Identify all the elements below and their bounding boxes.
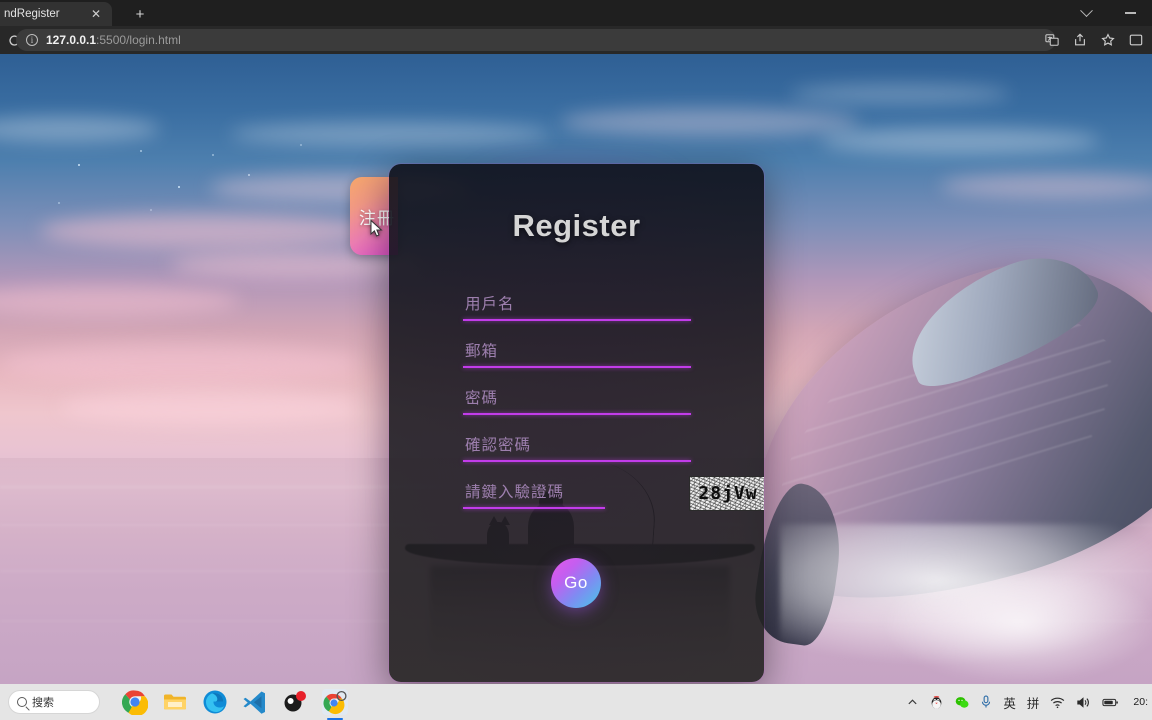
- search-icon: [17, 697, 27, 707]
- submit-button[interactable]: Go: [551, 558, 601, 608]
- taskbar-app-file-explorer[interactable]: [162, 689, 188, 715]
- field-captcha[interactable]: 請鍵入驗證碼 28jVw: [463, 472, 764, 519]
- taskbar-apps: [121, 689, 348, 720]
- url-path: :5500/login.html: [96, 33, 181, 47]
- field-confirm-password[interactable]: 確認密碼: [463, 425, 691, 472]
- taskbar-app-chrome-2[interactable]: [322, 689, 348, 720]
- field-username[interactable]: 用戶名: [463, 284, 691, 331]
- tray-qq-icon[interactable]: [929, 695, 944, 710]
- chevron-down-icon[interactable]: [1064, 0, 1108, 26]
- close-icon[interactable]: ✕: [88, 6, 104, 22]
- captcha-image[interactable]: 28jVw: [689, 476, 764, 511]
- tray-ime-mode[interactable]: 拼: [1027, 693, 1040, 712]
- tab-title: ndRegister: [4, 8, 60, 20]
- share-icon[interactable]: [1066, 26, 1094, 54]
- window-controls: [1064, 0, 1152, 26]
- field-email[interactable]: 郵箱: [463, 331, 691, 378]
- tray-ime-lang[interactable]: 英: [1003, 693, 1016, 712]
- tray-battery-icon[interactable]: [1102, 697, 1119, 708]
- screen: ndRegister ✕ + i 127.0.0.1:5500/login.ht…: [0, 0, 1152, 720]
- register-form: 用戶名 郵箱 密碼 確認密碼 請鍵入驗證碼 28jVw: [463, 284, 764, 519]
- tray-wifi-icon[interactable]: [1050, 696, 1065, 709]
- minimize-icon[interactable]: [1108, 0, 1152, 26]
- profile-icon[interactable]: [1122, 26, 1150, 54]
- star-icon[interactable]: [1094, 26, 1122, 54]
- tray-chevron-up-icon[interactable]: [907, 697, 918, 708]
- url-text: 127.0.0.1:5500/login.html: [46, 33, 181, 47]
- browser-title-bar: ndRegister ✕ +: [0, 0, 1152, 26]
- username-placeholder: 用戶名: [465, 296, 515, 313]
- browser-tab[interactable]: ndRegister ✕: [0, 2, 112, 26]
- taskbar-app-edge[interactable]: [202, 689, 228, 715]
- clock-time: 20:: [1133, 695, 1148, 708]
- url-host: 127.0.0.1: [46, 33, 97, 47]
- taskbar-app-obs[interactable]: [282, 689, 308, 715]
- toolbar-actions: [1038, 26, 1150, 54]
- confirm-password-placeholder: 確認密碼: [465, 437, 532, 454]
- taskbar-search[interactable]: 搜索: [8, 690, 100, 714]
- web-page: 注冊 Register 用戶名 郵箱 密碼 確認密碼 請鍵入驗證碼 28jVw …: [0, 54, 1152, 684]
- tray-volume-icon[interactable]: [1076, 696, 1091, 709]
- taskbar-search-label: 搜索: [32, 697, 54, 709]
- taskbar-clock[interactable]: 20:: [1133, 696, 1148, 708]
- email-placeholder: 郵箱: [465, 343, 499, 360]
- address-bar[interactable]: i 127.0.0.1:5500/login.html: [16, 29, 1056, 51]
- password-placeholder: 密碼: [465, 390, 499, 407]
- captcha-placeholder: 請鍵入驗證碼: [465, 484, 565, 501]
- taskbar-app-vscode[interactable]: [242, 689, 268, 715]
- site-info-icon[interactable]: i: [26, 34, 38, 46]
- translate-icon[interactable]: [1038, 26, 1066, 54]
- windows-taskbar: 搜索 英 拼 20:: [0, 684, 1152, 720]
- captcha-text: 28jVw: [698, 483, 758, 504]
- new-tab-button[interactable]: +: [129, 4, 151, 24]
- tray-microphone-icon[interactable]: [980, 695, 992, 709]
- system-tray: 英 拼 20:: [907, 684, 1148, 720]
- page-title: Register: [512, 208, 641, 243]
- taskbar-app-chrome[interactable]: [121, 689, 149, 717]
- tray-wechat-icon[interactable]: [955, 696, 969, 709]
- field-password[interactable]: 密碼: [463, 378, 691, 425]
